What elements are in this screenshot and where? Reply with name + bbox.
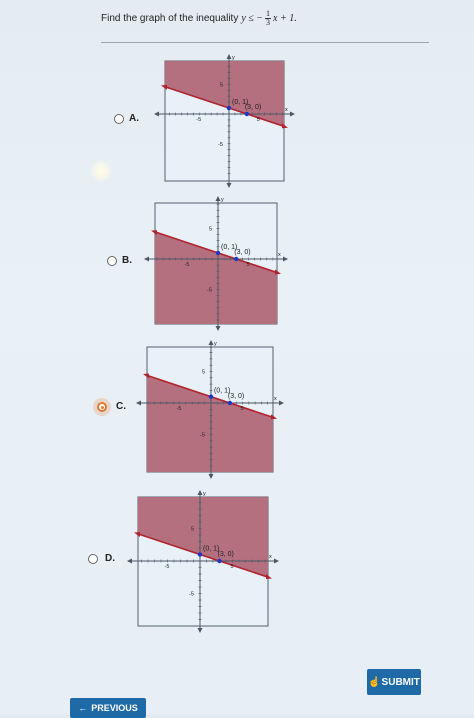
point-3-0	[217, 558, 222, 564]
inequality-lhs: y ≤ −	[241, 13, 264, 24]
fraction-denominator: 3	[266, 18, 271, 27]
point-3-0	[234, 256, 239, 262]
inequality: y ≤ − 1 3 x + 1.	[241, 10, 296, 27]
x-axis-arrow-left	[136, 400, 141, 406]
hand-cursor-icon: ☝	[368, 676, 381, 688]
boundary-arrow-right	[282, 123, 288, 129]
y-axis-arrow-down	[215, 326, 221, 331]
point-label-3-0: (3, 0)	[234, 249, 250, 256]
y-axis-arrow-down	[197, 628, 203, 633]
x-tick-label-neg5: -5	[196, 117, 201, 123]
boundary-arrow-right	[266, 574, 272, 579]
point-3-0	[244, 111, 250, 117]
y-tick-label-neg5: -5	[200, 433, 205, 439]
previous-button[interactable]: ← PREVIOUS	[70, 698, 146, 718]
x-axis-label: x	[269, 554, 272, 560]
x-axis-label: x	[274, 396, 277, 402]
boundary-arrow-left	[161, 84, 167, 90]
point-0-1	[208, 394, 214, 399]
x-axis-label: x	[278, 252, 281, 258]
screen-glare	[90, 160, 112, 182]
x-tick-label-neg5: -5	[177, 406, 182, 412]
graph-canvas: (0, 1)(3, 0)5-55-5xy	[144, 196, 288, 331]
y-axis-label: y	[232, 55, 235, 61]
point-label-3-0: (3, 0)	[228, 393, 244, 400]
y-tick-label-5: 5	[202, 370, 205, 376]
x-axis-arrow-left	[144, 256, 149, 262]
boundary-arrow-left	[151, 230, 157, 236]
boundary-arrow-left	[143, 373, 149, 379]
option-b-label[interactable]: B.	[122, 255, 132, 266]
option-a-label[interactable]: A.	[129, 113, 139, 124]
y-axis-arrow-down	[208, 474, 214, 479]
submit-label: SUBMIT	[381, 676, 420, 688]
y-axis-arrow-up	[197, 490, 203, 495]
y-tick-label-5: 5	[220, 82, 223, 88]
option-d-radio[interactable]	[88, 554, 98, 564]
graph-canvas: (0, 1)(3, 0)5-55-5xy	[136, 340, 284, 479]
y-axis-label: y	[214, 341, 217, 347]
x-axis-label: x	[285, 107, 288, 113]
x-tick-label-neg5: -5	[185, 262, 190, 268]
boundary-arrow-right	[271, 414, 277, 420]
boundary-arrow-left	[134, 532, 140, 537]
left-arrow-icon: ←	[78, 703, 88, 713]
option-b-radio[interactable]	[107, 256, 117, 266]
fraction: 1 3	[265, 10, 272, 27]
boundary-arrow-right	[275, 269, 281, 275]
graph-canvas: (0, 1)(3, 0)5-55-5xy	[127, 490, 279, 633]
option-a-graph[interactable]: (0, 1) (3, 0) 5 -5 5 -5 x y	[153, 54, 296, 188]
point-0-1	[226, 105, 232, 111]
y-tick-label-neg5: -5	[189, 592, 194, 598]
y-tick-label-neg5: -5	[218, 142, 223, 148]
y-tick-label-5: 5	[209, 227, 212, 233]
option-c-label[interactable]: C.	[116, 401, 126, 412]
x-axis-arrow-right	[290, 111, 295, 117]
inequality-rhs: x + 1.	[273, 13, 297, 24]
option-b-graph[interactable]: (0, 1) (3, 0) 5 -5 5 -5 x y	[143, 196, 289, 331]
x-axis-arrow-left	[127, 558, 132, 564]
y-axis-arrow-up	[215, 196, 221, 201]
y-tick-label-5: 5	[191, 527, 194, 533]
option-c-graph[interactable]: (0, 1) (3, 0) 5 -5 5 -5 x y	[135, 340, 285, 479]
option-d-label[interactable]: D.	[105, 553, 115, 564]
point-label-3-0: (3, 0)	[245, 104, 261, 111]
x-axis-arrow-right	[274, 558, 279, 564]
y-axis-arrow-down	[226, 183, 232, 188]
point-0-1	[215, 250, 221, 256]
y-axis-label: y	[203, 491, 206, 497]
divider	[101, 42, 429, 43]
option-a-radio[interactable]	[114, 114, 124, 124]
x-tick-label-5: 5	[247, 262, 250, 268]
graph-canvas: (0, 1)(3, 0)5-55-5xy	[154, 54, 295, 188]
point-3-0	[227, 400, 233, 406]
x-tick-label-5: 5	[231, 564, 234, 570]
option-c-radio[interactable]	[97, 402, 107, 412]
option-d-graph[interactable]: (0, 1) (3, 0) 5 -5 5 -5 x y	[126, 490, 280, 633]
x-axis-arrow-right	[279, 400, 284, 406]
x-axis-arrow-right	[283, 256, 288, 262]
y-tick-label-neg5: -5	[207, 288, 212, 294]
question-text: Find the graph of the inequality y ≤ − 1…	[101, 10, 297, 27]
submit-button[interactable]: ☝ SUBMIT	[367, 669, 421, 695]
x-axis-arrow-left	[154, 111, 159, 117]
x-tick-label-neg5: -5	[165, 564, 170, 570]
question-prefix: Find the graph of the inequality	[101, 13, 239, 24]
previous-label: PREVIOUS	[91, 703, 138, 713]
point-0-1	[197, 552, 203, 557]
point-label-3-0: (3, 0)	[218, 551, 234, 558]
y-axis-arrow-up	[208, 340, 214, 345]
y-axis-arrow-up	[226, 54, 232, 59]
x-tick-label-5: 5	[241, 406, 244, 412]
y-axis-label: y	[221, 197, 224, 203]
x-tick-label-5: 5	[257, 117, 260, 123]
